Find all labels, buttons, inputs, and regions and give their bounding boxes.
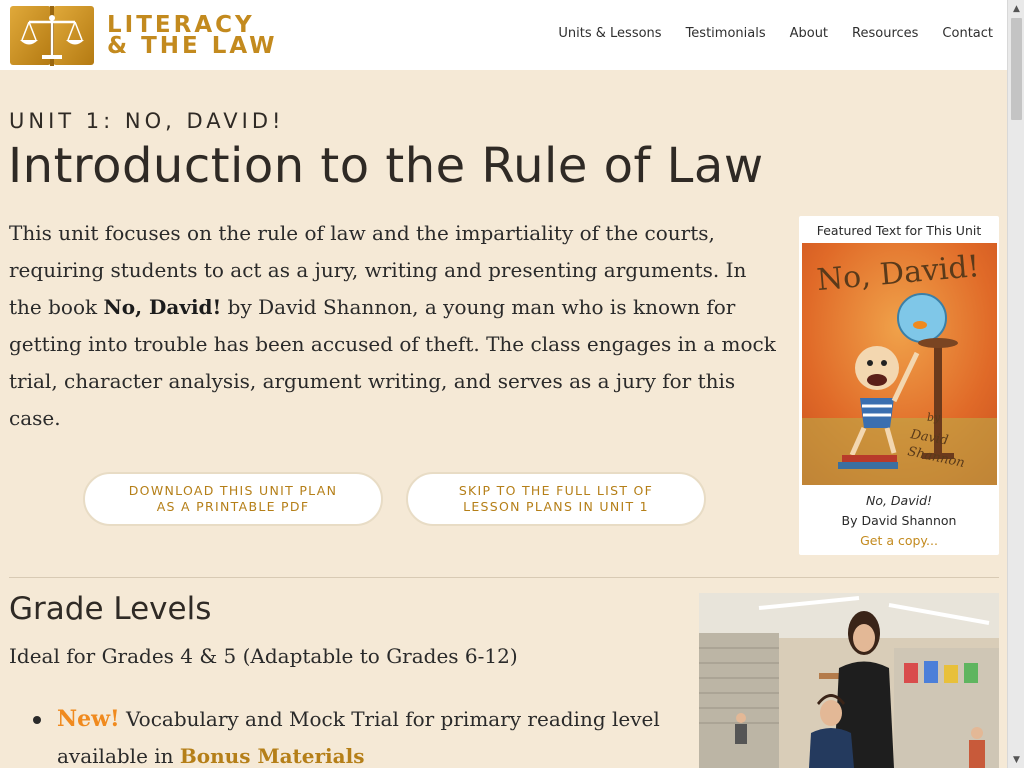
skip-to-lessons-button[interactable]: SKIP TO THE FULL LIST OF LESSON PLANS IN… <box>406 472 706 526</box>
scrollbar-thumb[interactable] <box>1011 18 1022 120</box>
bonus-materials-link[interactable]: Bonus Materials <box>180 744 365 768</box>
nav-about[interactable]: About <box>790 26 828 41</box>
grade-levels-ideal: Ideal for Grades 4 & 5 (Adaptable to Gra… <box>9 644 518 668</box>
classroom-photo <box>699 593 999 768</box>
page-scrollbar[interactable]: ▲ ▼ <box>1007 0 1024 768</box>
download-pdf-button[interactable]: DOWNLOAD THIS UNIT PLAN AS A PRINTABLE P… <box>83 472 383 526</box>
book-author: By David Shannon <box>841 513 957 528</box>
skip-label-1: SKIP TO THE FULL LIST OF <box>458 483 654 498</box>
section-divider <box>9 577 999 578</box>
download-pdf-label-2: AS A PRINTABLE PDF <box>156 499 310 514</box>
book-scales-icon <box>10 6 94 66</box>
brand-wordmark: LITERACY & THE LAW <box>107 13 278 59</box>
list-item: New! Vocabulary and Mock Trial for prima… <box>33 701 683 768</box>
triangle-up-icon[interactable]: ▲ <box>1008 0 1024 17</box>
unit-intro: This unit focuses on the rule of law and… <box>9 215 779 437</box>
nav-resources[interactable]: Resources <box>852 26 918 41</box>
brand-line-2: & THE LAW <box>107 32 278 59</box>
nav-units-lessons[interactable]: Units & Lessons <box>558 26 661 41</box>
new-badge: New! <box>57 706 120 732</box>
grade-notes-list: New! Vocabulary and Mock Trial for prima… <box>33 701 683 768</box>
nav-testimonials[interactable]: Testimonials <box>686 26 766 41</box>
site-logo[interactable]: LITERACY & THE LAW <box>9 4 278 67</box>
download-pdf-label-1: DOWNLOAD THIS UNIT PLAN <box>128 483 338 498</box>
get-a-copy-link[interactable]: Get a copy... <box>799 533 999 548</box>
main-nav: Units & Lessons Testimonials About Resou… <box>534 26 993 41</box>
featured-heading: Featured Text for This Unit <box>816 223 982 238</box>
site-header: LITERACY & THE LAW Units & Lessons Testi… <box>0 0 1007 70</box>
featured-text-card: Featured Text for This Unit No, David! b… <box>799 216 999 555</box>
intro-book-title: No, David! <box>103 295 222 319</box>
grade-levels-heading: Grade Levels <box>9 591 212 627</box>
bullet-icon <box>33 716 41 724</box>
skip-label-2: LESSON PLANS IN UNIT 1 <box>463 499 649 514</box>
page-title: Introduction to the Rule of Law <box>8 138 764 194</box>
book-title: No, David! <box>865 493 933 508</box>
book-cover-image[interactable]: No, David! by David Shannon <box>802 243 997 485</box>
unit-label: UNIT 1: NO, DAVID! <box>9 109 285 133</box>
cover-by: by <box>927 411 941 424</box>
triangle-down-icon[interactable]: ▼ <box>1008 751 1024 768</box>
nav-contact[interactable]: Contact <box>942 26 993 41</box>
